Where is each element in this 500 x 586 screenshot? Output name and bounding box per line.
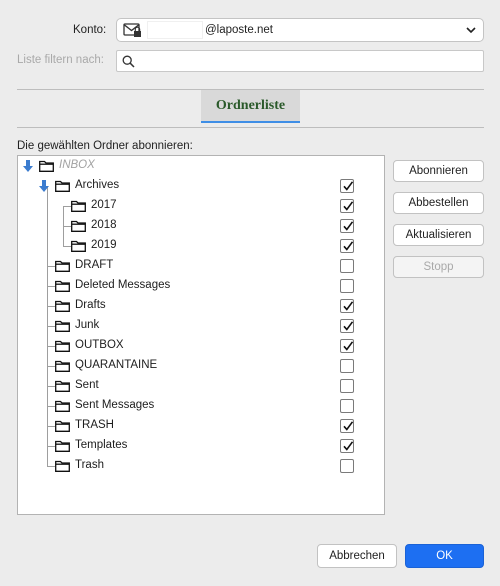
- folder-name: QUARANTAINE: [75, 359, 158, 371]
- folder-row[interactable]: 2017: [18, 196, 384, 216]
- account-label: Konto:: [73, 24, 107, 36]
- expand-arrow-icon[interactable]: [39, 180, 49, 192]
- chevron-down-icon[interactable]: [465, 24, 477, 36]
- subscribe-checkbox[interactable]: [340, 279, 354, 293]
- filter-input[interactable]: [139, 51, 479, 71]
- folder-icon: [55, 300, 70, 312]
- folder-tree[interactable]: INBOX Archives 2017 2018 2019 DRAFT Deleted Me…: [17, 155, 385, 515]
- subscribe-checkbox[interactable]: [340, 379, 354, 393]
- folder-name: Drafts: [75, 299, 106, 311]
- folder-icon: [55, 280, 70, 292]
- refresh-button[interactable]: Aktualisieren: [393, 224, 484, 246]
- folder-row[interactable]: Templates: [18, 436, 384, 456]
- subscribe-checkbox[interactable]: [340, 259, 354, 273]
- folder-icon: [55, 180, 70, 192]
- separator-bottom: [17, 127, 484, 128]
- unsubscribe-button[interactable]: Abbestellen: [393, 192, 484, 214]
- subscribe-checkbox[interactable]: [340, 179, 354, 193]
- subscribe-checkbox[interactable]: [340, 439, 354, 453]
- folder-row[interactable]: INBOX: [18, 156, 384, 176]
- folder-name: Trash: [75, 459, 104, 471]
- folder-row[interactable]: OUTBOX: [18, 336, 384, 356]
- folder-row[interactable]: Sent Messages: [18, 396, 384, 416]
- redacted-username: [147, 21, 203, 39]
- subscribe-checkbox[interactable]: [340, 419, 354, 433]
- folder-name: INBOX: [59, 159, 95, 171]
- folder-name: Sent: [75, 379, 99, 391]
- folder-icon: [55, 460, 70, 472]
- folder-row[interactable]: Junk: [18, 316, 384, 336]
- folder-icon: [39, 160, 54, 172]
- folder-icon: [71, 240, 86, 252]
- folder-name: 2019: [91, 239, 117, 251]
- folder-row[interactable]: Drafts: [18, 296, 384, 316]
- search-icon: [122, 55, 135, 68]
- folder-icon: [55, 320, 70, 332]
- folder-name: Sent Messages: [75, 399, 155, 411]
- folder-icon: [55, 440, 70, 452]
- subscribe-prompt: Die gewählten Ordner abonnieren:: [17, 140, 193, 152]
- folder-icon: [55, 340, 70, 352]
- folder-row[interactable]: Archives: [18, 176, 384, 196]
- expand-arrow-icon[interactable]: [23, 160, 33, 172]
- folder-row[interactable]: DRAFT: [18, 256, 384, 276]
- folder-name: DRAFT: [75, 259, 114, 271]
- folder-row[interactable]: QUARANTAINE: [18, 356, 384, 376]
- folder-name: Templates: [75, 439, 128, 451]
- folder-row[interactable]: Deleted Messages: [18, 276, 384, 296]
- account-select[interactable]: @laposte.net: [116, 18, 484, 42]
- folder-name: TRASH: [75, 419, 114, 431]
- folder-name: OUTBOX: [75, 339, 124, 351]
- folder-icon: [55, 380, 70, 392]
- folder-name: Archives: [75, 179, 120, 191]
- subscribe-checkbox[interactable]: [340, 319, 354, 333]
- folder-name: 2018: [91, 219, 117, 231]
- folder-icon: [55, 420, 70, 432]
- ok-button[interactable]: OK: [405, 544, 484, 568]
- folder-row[interactable]: TRASH: [18, 416, 384, 436]
- subscribe-checkbox[interactable]: [340, 459, 354, 473]
- account-domain: @laposte.net: [205, 24, 273, 36]
- subscribe-checkbox[interactable]: [340, 399, 354, 413]
- stop-button[interactable]: Stopp: [393, 256, 484, 278]
- subscribe-button[interactable]: Abonnieren: [393, 160, 484, 182]
- cancel-button[interactable]: Abbrechen: [317, 544, 397, 568]
- folder-row[interactable]: Sent: [18, 376, 384, 396]
- folder-name: 2017: [91, 199, 117, 211]
- filter-field[interactable]: [116, 50, 484, 72]
- folder-icon: [55, 360, 70, 372]
- folder-icon: [71, 200, 86, 212]
- folder-row[interactable]: 2018: [18, 216, 384, 236]
- tab-ordnerliste[interactable]: Ordnerliste: [201, 90, 300, 123]
- folder-icon: [55, 260, 70, 272]
- mail-lock-icon: [123, 22, 143, 38]
- subscribe-checkbox[interactable]: [340, 199, 354, 213]
- subscribe-checkbox[interactable]: [340, 219, 354, 233]
- folder-icon: [55, 400, 70, 412]
- subscribe-checkbox[interactable]: [340, 239, 354, 253]
- subscribe-checkbox[interactable]: [340, 339, 354, 353]
- folder-row[interactable]: Trash: [18, 456, 384, 476]
- folder-name: Junk: [75, 319, 100, 331]
- folder-row[interactable]: 2019: [18, 236, 384, 256]
- filter-label: Liste filtern nach:: [17, 54, 104, 66]
- folder-icon: [71, 220, 86, 232]
- subscribe-checkbox[interactable]: [340, 299, 354, 313]
- subscribe-checkbox[interactable]: [340, 359, 354, 373]
- folder-name: Deleted Messages: [75, 279, 171, 291]
